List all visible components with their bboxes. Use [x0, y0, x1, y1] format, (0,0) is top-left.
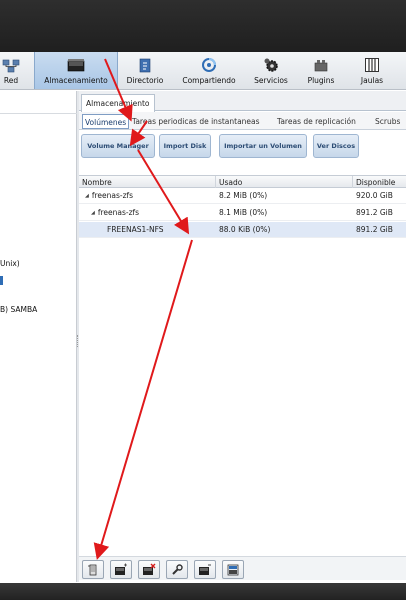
scrub-volume-button[interactable]	[110, 560, 132, 579]
toolbar-label: Servicios	[254, 76, 288, 85]
toolbar-almacenamiento-button[interactable]: Almacenamiento	[34, 52, 118, 89]
row-used-cell: 88.0 KiB (0%)	[219, 225, 271, 234]
toolbar-servicios-button[interactable]: Servicios	[248, 52, 294, 89]
column-header-usado[interactable]: Usado	[216, 176, 353, 188]
toolbar-label: Red	[3, 76, 19, 85]
table-row[interactable]: ◢ freenas-zfs 8.2 MiB (0%) 920.0 GiB	[79, 188, 406, 204]
left-navigation-pane: Unix) B) SAMBA	[0, 91, 77, 582]
tree-item-unix[interactable]: Unix)	[0, 259, 20, 268]
toolbar-label: Plugins	[307, 76, 335, 85]
row-name-cell: FREENAS1-NFS	[107, 225, 164, 234]
toolbar-directorio-button[interactable]: Directorio	[120, 52, 170, 89]
expand-triangle-icon[interactable]: ◢	[91, 210, 95, 216]
row-name-cell: ◢ freenas-zfs	[91, 208, 140, 217]
table-row-selected[interactable]: FREENAS1-NFS 88.0 KiB (0%) 891.2 GiB	[79, 222, 406, 238]
toolbar-label: Almacenamiento	[44, 76, 108, 85]
detach-volume-button[interactable]	[82, 560, 104, 579]
tree-item-samba[interactable]: B) SAMBA	[0, 305, 37, 314]
volume-actions-row: Volume Manager Import Disk Importar un V…	[79, 132, 406, 162]
tab-almacenamiento[interactable]: Almacenamiento	[81, 94, 155, 112]
table-row[interactable]: ◢ freenas-zfs 8.1 MiB (0%) 891.2 GiB	[79, 205, 406, 221]
scrub-volume-icon	[115, 563, 127, 575]
toolbar-compartiendo-button[interactable]: Compartiendo	[176, 52, 242, 89]
toolbar-red-button[interactable]: Red	[0, 52, 28, 89]
toolbar-plugins-button[interactable]: Plugins	[300, 52, 342, 89]
wrench-icon	[172, 563, 183, 575]
toolbar-label: Jaulas	[360, 76, 384, 85]
tab-tareas-replicacion[interactable]: Tareas de replicación	[275, 114, 358, 129]
dataset-tools-bar	[79, 556, 406, 580]
storage-content-pane: Almacenamiento Volúmenes Tareas periodic…	[79, 91, 406, 582]
column-header-nombre[interactable]: Nombre	[79, 176, 216, 188]
left-pane-divider	[0, 113, 77, 114]
expand-triangle-icon[interactable]: ◢	[85, 193, 89, 199]
tab-tareas-instantaneas[interactable]: Tareas periodicas de instantaneas	[130, 114, 262, 129]
create-zvol-icon	[227, 564, 239, 575]
grid-header: Nombre Usado Disponible	[79, 175, 406, 188]
detach-volume-icon	[88, 564, 97, 575]
tab-scrubs[interactable]: Scrubs	[373, 114, 402, 129]
delete-dataset-button[interactable]	[138, 560, 160, 579]
outer-tab-strip: Almacenamiento	[79, 91, 406, 112]
row-name-cell: ◢ freenas-zfs	[85, 191, 134, 200]
edit-options-button[interactable]	[166, 560, 188, 579]
import-volume-button[interactable]: Importar un Volumen	[219, 134, 307, 158]
storage-subtabs: Volúmenes Tareas periodicas de instantan…	[79, 112, 406, 130]
row-available-cell: 891.2 GiB	[356, 225, 393, 234]
tree-item-marker	[0, 276, 3, 285]
top-header-bar	[0, 0, 406, 52]
row-available-cell: 920.0 GiB	[356, 191, 393, 200]
network-icon	[2, 59, 20, 73]
footer-bar	[0, 583, 406, 600]
toolbar-jaulas-button[interactable]: Jaulas	[354, 52, 390, 89]
main-toolbar: Red Almacenamiento Directorio Compartien…	[0, 52, 406, 90]
row-used-cell: 8.2 MiB (0%)	[219, 191, 268, 200]
jails-icon	[365, 58, 379, 72]
services-gear-icon	[264, 58, 278, 72]
view-disks-button[interactable]: Ver Discos	[313, 134, 359, 158]
delete-dataset-icon	[143, 563, 156, 575]
directory-icon	[139, 58, 151, 73]
import-disk-button[interactable]: Import Disk	[159, 134, 211, 158]
column-header-disponible[interactable]: Disponible	[353, 176, 406, 188]
volume-manager-button[interactable]: Volume Manager	[81, 134, 155, 158]
row-used-cell: 8.1 MiB (0%)	[219, 208, 268, 217]
create-zvol-button[interactable]	[222, 560, 244, 579]
toolbar-label: Directorio	[126, 76, 164, 85]
create-dataset-button[interactable]	[194, 560, 216, 579]
create-dataset-icon	[199, 564, 211, 575]
plugins-icon	[314, 60, 328, 72]
toolbar-label: Compartiendo	[182, 76, 236, 85]
sharing-icon	[202, 58, 216, 72]
tab-volumenes[interactable]: Volúmenes	[82, 114, 130, 129]
row-available-cell: 891.2 GiB	[356, 208, 393, 217]
storage-icon	[67, 59, 85, 72]
